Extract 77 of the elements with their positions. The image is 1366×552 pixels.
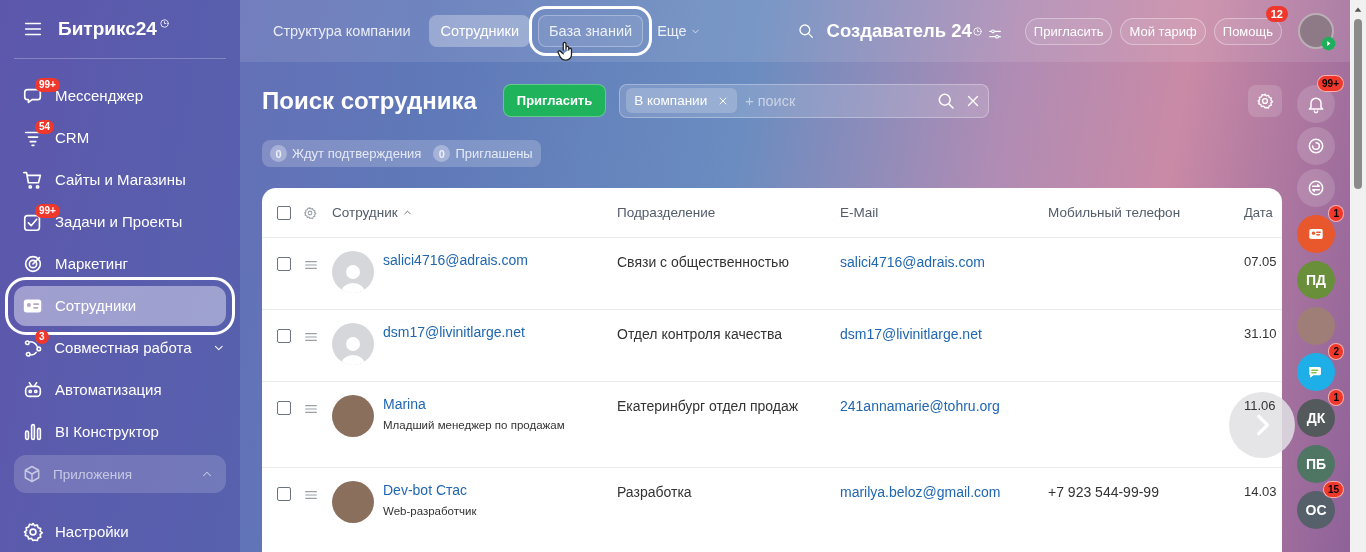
count-badge: 54 (35, 119, 55, 134)
scrollbar-thumb[interactable] (1354, 19, 1362, 189)
table-cell-text: Отдел контроля качества (617, 325, 783, 343)
count-badge: 12 (1265, 5, 1288, 22)
sidebar-item[interactable]: CRM 54 (14, 116, 226, 159)
count-badge: 1 (1328, 389, 1344, 406)
bell-button[interactable] (1297, 85, 1335, 123)
clock-icon (158, 17, 170, 29)
count-badge: 3 (35, 329, 49, 344)
sidebar-item[interactable]: Автоматизация (14, 368, 226, 411)
sidebar-item[interactable]: Совместная работа 3 (14, 326, 226, 369)
settings-button[interactable] (1248, 84, 1282, 117)
checkbox[interactable] (277, 329, 291, 343)
table-cell-text: 11.06 (1244, 397, 1277, 415)
count-circle: 0 (433, 145, 451, 162)
sidebar-item[interactable]: Сайты и Магазины (14, 158, 226, 201)
swap-arrows-button[interactable] (1297, 169, 1335, 207)
chat-initials-avatar[interactable]: ДК (1297, 399, 1335, 437)
table-cell-text: Разработка (617, 483, 693, 501)
column-header[interactable]: Подразделение (617, 203, 840, 222)
employee-name-link[interactable]: Marina (383, 395, 565, 413)
column-header[interactable]: Дата (1244, 203, 1282, 222)
count-badge: 99+ (35, 203, 60, 218)
user-avatar[interactable] (1298, 13, 1334, 49)
employee-position: Web-разработчик (383, 505, 477, 517)
email-link[interactable]: dsm17@livinitlarge.net (840, 325, 1048, 343)
clock-icon (971, 25, 983, 37)
sidebar-item[interactable]: Маркетинг (14, 242, 226, 285)
sidebar-item[interactable]: Задачи и Проекты 99+ (14, 200, 226, 243)
page-title: Поиск сотрудника (262, 86, 477, 115)
settings-item[interactable]: Настройки (14, 511, 226, 552)
table-cell-text: Екатеринбург отдел продаж (617, 397, 800, 415)
employee-position: Младший менеджер по продажам (383, 419, 565, 431)
nav-tab[interactable]: Структура компании (262, 15, 422, 47)
swap-arrows-icon (1306, 178, 1326, 198)
column-header[interactable]: E-Mail (840, 203, 1048, 222)
chat-bubbles-button[interactable] (1297, 353, 1335, 391)
portal-title: Создаватель 24 (826, 20, 972, 42)
count-badge: 1 (1328, 205, 1344, 222)
contact-card-button[interactable] (1297, 215, 1335, 253)
employee-name-link[interactable]: salici4716@adrais.com (383, 251, 528, 269)
spiral-icon (1306, 136, 1326, 156)
table-cell-text: 07.05 (1244, 253, 1278, 271)
email-link[interactable]: 241annamarie@tohru.org (840, 397, 1048, 415)
table-cell-text: 14.03 (1244, 483, 1278, 501)
table-cell-text: Связи с общественностью (617, 253, 790, 271)
count-badge: 99+ (1317, 75, 1344, 92)
logo-text: Битрикс24 (58, 17, 157, 40)
sidebar-item[interactable]: BI Конструктор (14, 410, 226, 453)
checkbox[interactable] (277, 487, 291, 501)
employee-name-link[interactable]: dsm17@livinitlarge.net (383, 323, 525, 341)
chat-initials-avatar[interactable]: ПД (1297, 261, 1335, 299)
count-badge: 99+ (35, 77, 60, 92)
sidebar-item[interactable]: Мессенджер 99+ (14, 74, 226, 117)
spiral-button[interactable] (1297, 127, 1335, 165)
checkbox[interactable] (277, 205, 291, 220)
chat-initials-avatar[interactable]: ПБ (1297, 445, 1335, 483)
gear-icon (1256, 91, 1274, 110)
table-cell-text: 31.10 (1244, 325, 1278, 343)
email-link[interactable]: marilya.beloz@gmail.com (840, 483, 1048, 501)
table-cell-text: +7 923 544-99-99 (1048, 483, 1160, 501)
search-icon[interactable] (796, 22, 815, 40)
column-header[interactable]: Сотрудник (332, 205, 617, 220)
cube-icon (22, 464, 42, 485)
count-circle: 0 (270, 145, 287, 162)
count-badge: 15 (1322, 481, 1344, 498)
search-placeholder: + поиск (745, 92, 797, 109)
email-link[interactable]: salici4716@adrais.com (840, 253, 1048, 271)
column-header[interactable]: Мобильный телефон (1048, 203, 1244, 222)
checkbox[interactable] (277, 257, 291, 271)
gear-icon[interactable] (303, 205, 317, 220)
checkbox[interactable] (277, 401, 291, 415)
employee-name-link[interactable]: Dev-bot Стас (383, 481, 477, 499)
gear-icon (22, 520, 44, 543)
count-badge: 2 (1328, 343, 1344, 360)
scroll-up-arrow-icon[interactable] (1353, 5, 1363, 15)
play-badge-icon (1321, 36, 1336, 51)
